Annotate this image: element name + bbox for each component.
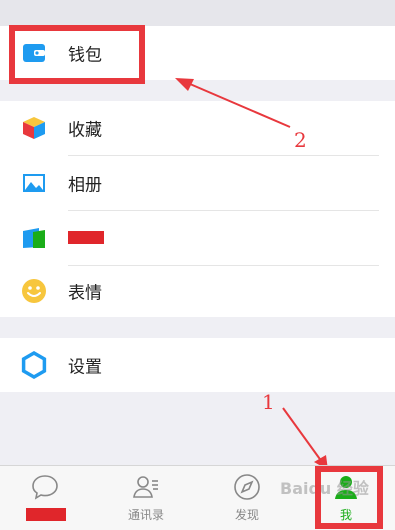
- annotation-arrow-2: [175, 78, 328, 470]
- annotation-number-1: 1: [262, 390, 275, 414]
- tab-discover[interactable]: 发现: [212, 466, 282, 530]
- chat-bubble-icon: [32, 475, 58, 500]
- tab-contacts-label: 通讯录: [127, 508, 164, 522]
- annotation-number-2: 2: [294, 128, 307, 152]
- redaction-mark: [26, 508, 66, 521]
- compass-icon: [234, 474, 260, 500]
- tab-chats[interactable]: [10, 466, 80, 530]
- contacts-icon: [133, 476, 158, 498]
- tab-contacts[interactable]: 通讯录: [111, 466, 181, 530]
- annotation-box-me-tab: [315, 466, 383, 529]
- tab-discover-label: 发现: [234, 508, 259, 522]
